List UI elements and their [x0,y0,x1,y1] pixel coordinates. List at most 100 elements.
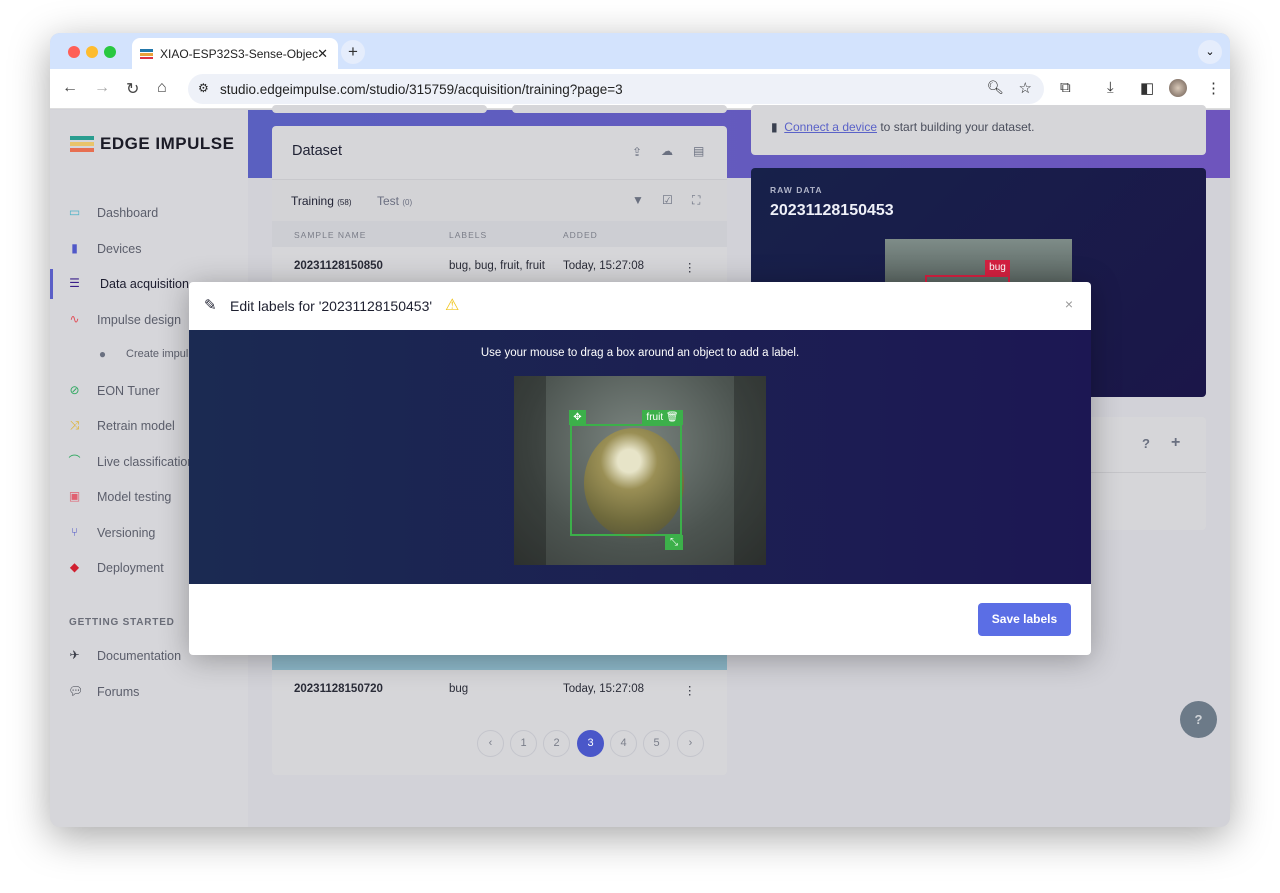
page-2-button[interactable]: 2 [543,730,570,757]
prev-page-button[interactable]: ‹ [477,730,504,757]
page-1-button[interactable]: 1 [510,730,537,757]
bookmark-star-icon[interactable]: ☆ [1019,79,1032,97]
home-icon[interactable]: ⌂ [157,79,167,97]
tab-bar: XIAO-ESP32S3-Sense-Objec ✕ + ⌄ [50,33,1230,69]
summary-card [512,105,727,113]
dot-icon: ● [98,347,107,361]
tab-test[interactable]: Test (0) [377,194,412,208]
labeling-image-canvas[interactable]: ✥ fruit 🗑︎ ⤡ [514,376,766,565]
logo-icon [70,136,94,152]
edit-icon: ✎ [204,297,217,314]
sample-labels: bug [449,683,469,695]
download-icon[interactable]: ⤓ [1107,79,1114,96]
cloud-icon[interactable]: ☁ [661,144,673,158]
sidebar-item-label: Data acquisition [100,277,189,291]
minimize-window-button[interactable] [86,46,98,58]
page-5-button[interactable]: 5 [643,730,670,757]
device-icon: ▮ [771,120,778,134]
connect-device-card: ▮ Connect a device to start building you… [751,105,1206,155]
database-icon: ☰ [69,276,80,290]
row-menu-icon[interactable]: ⋮ [684,683,696,697]
sidebar-item-dashboard[interactable]: ▭ Dashboard [50,198,248,228]
sample-name: 20231128150720 [294,683,383,695]
logo-text: EDGE IMPULSE [100,134,235,153]
sample-added: Today, 15:27:08 [563,260,644,272]
chat-icon: 💬︎ [68,684,84,698]
sidebar-item-label: Create impul [126,348,189,360]
help-button[interactable]: ? [1180,701,1217,738]
sample-name: 20231128150850 [294,260,383,272]
url-text: studio.edgeimpulse.com/studio/315759/acq… [220,82,623,97]
tab-training[interactable]: Training (58) [291,194,352,208]
sidebar-item-label: Dashboard [97,206,159,220]
forward-icon[interactable]: → [94,79,110,97]
row-menu-icon[interactable]: ⋮ [684,260,696,274]
export-file-icon[interactable]: ▤ [693,144,704,158]
profile-avatar[interactable] [1169,79,1187,97]
site-settings-icon[interactable]: ⚙ [198,81,209,95]
fruit-bounding-box[interactable] [570,424,682,536]
close-window-button[interactable] [68,46,80,58]
reload-icon[interactable]: ↻ [126,79,139,99]
move-box-icon[interactable]: ✥ [569,410,586,425]
select-checkbox-icon[interactable]: ☑ [662,193,673,207]
close-tab-icon[interactable]: ✕ [317,46,328,62]
page-3-button[interactable]: 3 [577,730,604,757]
pulse-icon: ∿ [69,312,80,326]
add-plus-icon[interactable]: + [1171,434,1180,452]
sample-added: Today, 15:27:08 [563,683,644,695]
upload-icon[interactable]: ⇪ [632,145,642,159]
resize-box-icon[interactable]: ⤡ [665,535,683,550]
tab-search-chevron-icon[interactable]: ⌄ [1198,40,1222,64]
training-count: (58) [337,198,352,207]
next-page-button[interactable]: › [677,730,704,757]
menu-kebab-icon[interactable]: ⋮ [1206,79,1221,97]
table-row[interactable]: 20231128150850 bug, bug, fruit, fruit To… [272,247,727,287]
url-bar[interactable]: ⚙ studio.edgeimpulse.com/studio/315759/ac… [188,74,1044,104]
sidebar-item-label: Devices [97,242,142,256]
tab-title: XIAO-ESP32S3-Sense-Objec [160,47,319,61]
expand-icon[interactable]: ⛶ [692,193,700,208]
box-label-text: fruit [646,412,664,423]
edge-impulse-logo[interactable]: EDGE IMPULSE [70,134,234,154]
section-heading: GETTING STARTED [69,617,175,628]
box-label-tag[interactable]: fruit 🗑︎ [642,410,683,425]
raw-data-label: RAW DATA [770,185,823,195]
edit-labels-modal: ✎ Edit labels for '20231128150453' ⚠ × U… [189,282,1091,655]
labeling-instruction: Use your mouse to drag a box around an o… [480,347,800,359]
close-modal-button[interactable]: × [1065,296,1073,312]
test-count: (0) [402,198,413,207]
sidebar-item-label: Retrain model [97,419,175,433]
table-header: SAMPLE NAME LABELS ADDED [272,221,727,247]
maximize-window-button[interactable] [104,46,116,58]
browser-tab[interactable]: XIAO-ESP32S3-Sense-Objec ✕ [132,38,338,69]
sidebar-item-devices[interactable]: ▮ Devices [50,234,248,264]
sidebar-item-label: Impulse design [97,313,182,327]
compass-icon: ⊘ [69,383,80,397]
zoom-icon[interactable]: 🔍︎ [987,80,1004,96]
side-panel-icon[interactable]: ◧ [1140,79,1154,97]
connect-device-link[interactable]: Connect a device [784,120,877,134]
tab-label: Training [291,194,334,208]
branch-icon: ⑂ [70,525,79,539]
save-labels-button[interactable]: Save labels [978,603,1071,636]
delete-box-icon[interactable]: 🗑︎ [666,412,679,423]
sidebar-item-forums[interactable]: 💬︎ Forums [50,677,248,707]
help-question-icon[interactable]: ? [1142,436,1150,451]
sidebar-item-label: Deployment [97,561,164,575]
edge-impulse-favicon [140,49,153,59]
column-sample-name: SAMPLE NAME [294,230,367,240]
new-tab-button[interactable]: + [341,40,365,64]
chip-icon: ▮ [71,241,78,255]
clipboard-icon: ▣ [68,489,81,503]
sidebar-item-label: Model testing [97,490,172,504]
back-icon[interactable]: ← [62,79,78,97]
filter-icon[interactable]: ▼ [632,193,644,207]
address-toolbar: ← → ↻ ⌂ ⚙ studio.edgeimpulse.com/studio/3… [50,69,1230,109]
table-row[interactable]: 20231128150720 bug Today, 15:27:08 ⋮ [272,670,727,710]
sample-labels: bug, bug, fruit, fruit [449,260,545,272]
modal-header: ✎ Edit labels for '20231128150453' ⚠ × [189,282,1091,330]
extensions-icon[interactable]: ⧉ [1060,79,1071,96]
column-added: ADDED [563,230,598,240]
page-4-button[interactable]: 4 [610,730,637,757]
